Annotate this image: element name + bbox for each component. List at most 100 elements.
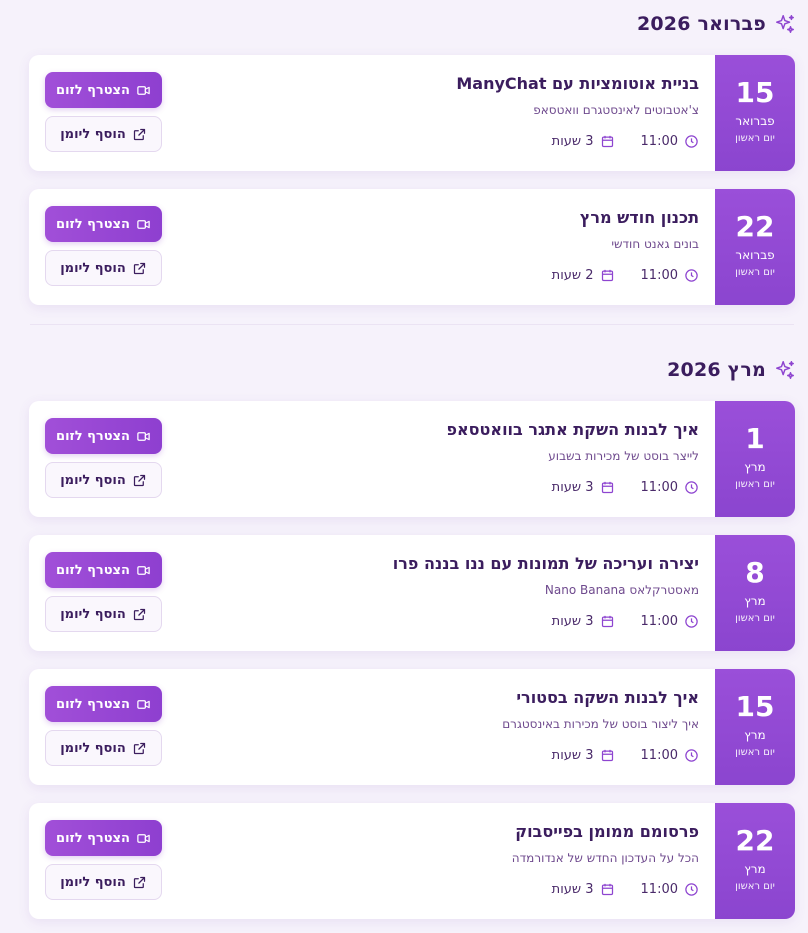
event-weekday: יום ראשון (735, 747, 775, 758)
add-to-calendar-label: הוסף ליומן (60, 874, 126, 890)
calendar-icon (601, 883, 613, 896)
video-camera-icon (137, 565, 150, 575)
calendar-icon (601, 481, 613, 494)
calendar-icon (601, 615, 613, 628)
video-camera-icon (137, 833, 150, 843)
event-duration: 3 שעות (551, 134, 594, 149)
add-to-calendar-button[interactable]: הוסף ליומן (45, 116, 162, 152)
join-zoom-label: הצטרף לזום (56, 562, 130, 578)
month-header-march: מרץ 2026 (667, 357, 796, 383)
event-weekday: יום ראשון (735, 267, 775, 278)
external-link-icon (133, 128, 145, 140)
join-zoom-label: הצטרף לזום (56, 696, 130, 712)
clock-icon (685, 883, 698, 896)
external-link-icon (133, 474, 145, 486)
sparkle-icon (776, 361, 794, 379)
event-day: 22 (735, 824, 775, 857)
join-zoom-label: הצטרף לזום (56, 82, 130, 98)
join-zoom-button[interactable]: הצטרף לזום (45, 820, 162, 856)
event-subtitle: איך ליצור בוסט של מכירות באינסטגרם (502, 717, 699, 731)
join-zoom-button[interactable]: הצטרף לזום (45, 552, 162, 588)
event-subtitle: בונים גאנט חודשי (611, 237, 699, 251)
join-zoom-label: הצטרף לזום (56, 216, 130, 232)
video-camera-icon (137, 431, 150, 441)
join-zoom-label: הצטרף לזום (56, 830, 130, 846)
event-subtitle: לייצר בוסט של מכירות בשבוע (548, 449, 699, 463)
external-link-icon (133, 262, 145, 274)
event-day: 1 (745, 422, 765, 455)
join-zoom-button[interactable]: הצטרף לזום (45, 686, 162, 722)
event-weekday: יום ראשון (735, 613, 775, 624)
calendar-icon (601, 269, 613, 282)
event-weekday: יום ראשון (735, 133, 775, 144)
clock-icon (685, 749, 698, 762)
event-duration: 3 שעות (551, 748, 594, 763)
event-day: 15 (735, 76, 775, 109)
calendar-icon (601, 749, 613, 762)
event-title: יצירה ועריכה של תמונות עם ננו בננה פרו (392, 554, 699, 573)
date-block: 8 מרץ יום ראשון (715, 535, 795, 651)
event-card: 8 מרץ יום ראשון יצירה ועריכה של תמונות ע… (29, 535, 795, 651)
event-card: 1 מרץ יום ראשון איך לבנות השקת אתגר בווא… (29, 401, 795, 517)
event-month: מרץ (744, 862, 766, 876)
month-title: פברואר 2026 (636, 13, 766, 35)
event-subtitle: הכל על העדכון החדש של אנדורמדה (511, 851, 699, 865)
event-subtitle: מאסטרקלאס Nano Banana (544, 583, 699, 597)
external-link-icon (133, 742, 145, 754)
join-zoom-label: הצטרף לזום (56, 428, 130, 444)
event-day: 8 (745, 556, 765, 589)
add-to-calendar-button[interactable]: הוסף ליומן (45, 596, 162, 632)
date-block: 22 פברואר יום ראשון (715, 189, 795, 305)
event-card: 22 פברואר יום ראשון תכנון חודש מרץ בונים… (29, 189, 795, 305)
event-time: 11:00 (640, 134, 678, 149)
event-title: תכנון חודש מרץ (579, 208, 699, 227)
event-meta: 11:00 3 שעות (552, 480, 699, 495)
add-to-calendar-label: הוסף ליומן (60, 606, 126, 622)
clock-icon (685, 269, 698, 282)
add-to-calendar-button[interactable]: הוסף ליומן (45, 730, 162, 766)
event-month: פברואר (735, 114, 775, 128)
external-link-icon (133, 608, 145, 620)
event-meta: 11:00 3 שעות (552, 882, 699, 897)
event-month: מרץ (744, 728, 766, 742)
event-time: 11:00 (640, 480, 678, 495)
event-duration: 3 שעות (551, 614, 594, 629)
month-header-february: פברואר 2026 (637, 11, 796, 37)
join-zoom-button[interactable]: הצטרף לזום (45, 206, 162, 242)
event-card: 15 פברואר יום ראשון בניית אוטומציות עם M… (29, 55, 795, 171)
event-duration: 2 שעות (551, 268, 594, 283)
event-card: 22 מרץ יום ראשון פרסומם ממומן בפייסבוק ה… (29, 803, 795, 919)
clock-icon (685, 481, 698, 494)
date-block: 1 מרץ יום ראשון (715, 401, 795, 517)
event-weekday: יום ראשון (735, 881, 775, 892)
event-meta: 11:00 3 שעות (552, 748, 699, 763)
add-to-calendar-label: הוסף ליומן (60, 126, 126, 142)
video-camera-icon (137, 699, 150, 709)
add-to-calendar-label: הוסף ליומן (60, 740, 126, 756)
add-to-calendar-label: הוסף ליומן (60, 472, 126, 488)
event-month: פברואר (735, 248, 775, 262)
event-title: איך לבנות השקת אתגר בוואטסאפ (446, 420, 700, 439)
event-time: 11:00 (640, 882, 678, 897)
event-title: פרסומם ממומן בפייסבוק (515, 822, 699, 841)
join-zoom-button[interactable]: הצטרף לזום (45, 418, 162, 454)
join-zoom-button[interactable]: הצטרף לזום (45, 72, 162, 108)
event-month: מרץ (744, 460, 766, 474)
sparkle-icon (776, 15, 794, 33)
add-to-calendar-button[interactable]: הוסף ליומן (45, 864, 162, 900)
date-block: 15 מרץ יום ראשון (715, 669, 795, 785)
event-time: 11:00 (640, 268, 678, 283)
event-day: 22 (735, 210, 775, 243)
add-to-calendar-button[interactable]: הוסף ליומן (45, 462, 162, 498)
date-block: 15 פברואר יום ראשון (715, 55, 795, 171)
event-meta: 11:00 3 שעות (552, 134, 699, 149)
event-title: בניית אוטומציות עם ManyChat (456, 74, 699, 93)
video-camera-icon (137, 85, 150, 95)
date-block: 22 מרץ יום ראשון (715, 803, 795, 919)
event-time: 11:00 (640, 748, 678, 763)
event-card: 15 מרץ יום ראשון איך לבנות השקה בסטורי א… (29, 669, 795, 785)
event-title: איך לבנות השקה בסטורי (516, 688, 699, 707)
add-to-calendar-label: הוסף ליומן (60, 260, 126, 276)
add-to-calendar-button[interactable]: הוסף ליומן (45, 250, 162, 286)
event-meta: 11:00 2 שעות (552, 268, 699, 283)
